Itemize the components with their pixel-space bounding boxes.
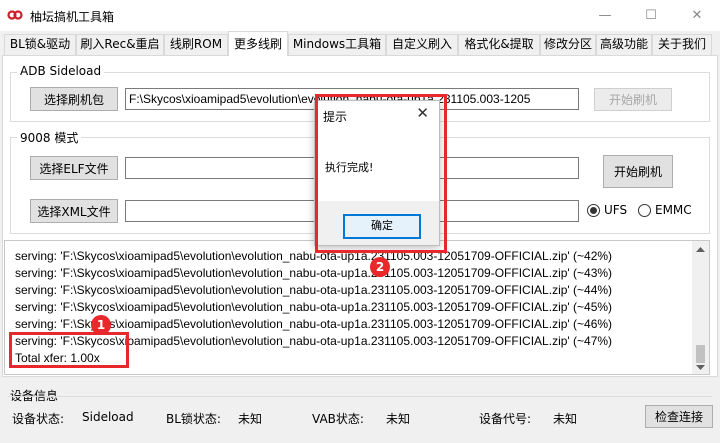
bl-status-label: BL锁状态: (166, 412, 221, 426)
close-window-button[interactable]: ✕ (674, 0, 720, 31)
tab-more-flash[interactable]: 更多线刷 (228, 31, 288, 56)
tab-mindows-toolbox[interactable]: Mindows工具箱 (288, 34, 386, 55)
tab-about[interactable]: 关于我们 (652, 34, 712, 55)
scroll-down-icon[interactable] (696, 365, 705, 371)
tab-format-extract[interactable]: 格式化&提取 (458, 34, 540, 55)
device-codename-value: 未知 (553, 412, 578, 426)
window-title: 柚坛搞机工具箱 (30, 10, 115, 24)
annotation-box-dialog (315, 94, 447, 253)
tab-flash-rec-reboot[interactable]: 刷入Rec&重启 (76, 34, 164, 55)
select-xml-button[interactable]: 选择XML文件 (30, 199, 118, 223)
log-scrollbar[interactable] (692, 241, 709, 374)
log-line: serving: 'F:\Skycos\xioamipad5\evolution… (15, 249, 613, 263)
device-status-value: Sideload (82, 410, 134, 424)
radio-emmc[interactable] (638, 204, 651, 217)
tab-bl-driver[interactable]: BL锁&驱动 (4, 34, 76, 55)
radio-ufs-label: UFS (604, 203, 628, 217)
bl-status-value: 未知 (238, 412, 263, 426)
select-elf-button[interactable]: 选择ELF文件 (30, 156, 118, 180)
log-scroll-thumb[interactable] (696, 345, 705, 363)
mode-9008-title: 9008 模式 (17, 129, 82, 146)
tab-bar: BL锁&驱动 刷入Rec&重启 线刷ROM 更多线刷 Mindows工具箱 自定… (0, 31, 720, 56)
minimize-button[interactable]: — (582, 0, 628, 31)
edl-start-button[interactable]: 开始刷机 (603, 155, 673, 188)
tab-advanced[interactable]: 高级功能 (596, 34, 652, 55)
annotation-badge-2: 2 (370, 257, 390, 277)
tab-custom-flash[interactable]: 自定义刷入 (386, 34, 458, 55)
vab-status-value: 未知 (386, 412, 411, 426)
select-package-button[interactable]: 选择刷机包 (30, 87, 118, 111)
adb-sideload-title: ADB Sideload (17, 64, 105, 78)
title-bar: 柚坛搞机工具箱 — ☐ ✕ (0, 0, 720, 31)
vab-status-label: VAB状态: (312, 412, 364, 426)
sideload-start-button[interactable]: 开始刷机 (594, 88, 672, 111)
tab-flash-rom[interactable]: 线刷ROM (164, 34, 228, 55)
annotation-box-total (9, 332, 129, 368)
radio-ufs[interactable] (587, 204, 600, 217)
annotation-badge-1: 1 (91, 315, 111, 335)
device-status-label: 设备状态: (12, 412, 65, 426)
scroll-up-icon[interactable] (696, 246, 705, 252)
tab-modify-partition[interactable]: 修改分区 (540, 34, 596, 55)
device-codename-label: 设备代号: (479, 412, 532, 426)
log-line: serving: 'F:\Skycos\xioamipad5\evolution… (15, 266, 613, 280)
check-connection-button[interactable]: 检查连接 (645, 405, 713, 428)
device-info-divider (8, 396, 712, 397)
log-line: serving: 'F:\Skycos\xioamipad5\evolution… (15, 283, 613, 297)
radio-emmc-label: EMMC (655, 203, 692, 217)
log-line: serving: 'F:\Skycos\xioamipad5\evolution… (15, 300, 613, 314)
maximize-button[interactable]: ☐ (628, 0, 674, 31)
app-logo-icon (7, 10, 23, 20)
